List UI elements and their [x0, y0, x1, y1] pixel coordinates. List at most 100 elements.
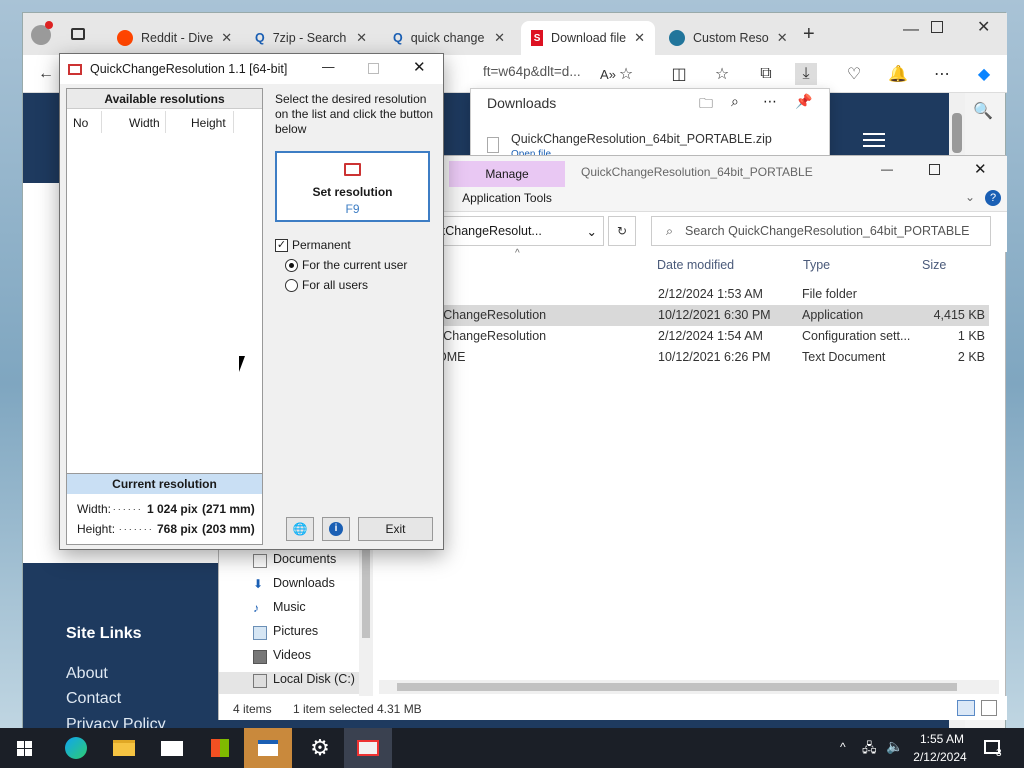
maximize-button[interactable] [931, 21, 943, 33]
chevron-down-icon[interactable]: ⌄ [587, 224, 597, 239]
column-divider [165, 111, 166, 133]
column-height[interactable]: Height [191, 116, 226, 130]
horizontal-scrollbar[interactable] [379, 680, 999, 694]
mail-icon[interactable] [148, 728, 196, 768]
available-resolutions-list[interactable]: Available resolutions No Width Height [66, 88, 263, 474]
maximize-button[interactable] [368, 63, 379, 74]
close-button[interactable]: ✕ [974, 160, 987, 178]
radio-unselected[interactable] [285, 278, 298, 292]
quickchangeresolution-dialog: QuickChangeResolution 1.1 [64-bit] — ✕ A… [59, 53, 444, 550]
manage-tab[interactable]: Manage [449, 161, 565, 187]
download-icon[interactable]: ⤓ [795, 63, 817, 85]
chevron-up-icon[interactable]: ^ [840, 740, 846, 754]
sidebar-search-icon[interactable]: 🔍 [973, 101, 993, 121]
large-icons-view-icon[interactable] [981, 700, 997, 716]
tab-download-file[interactable]: S Download file ✕ [521, 21, 655, 55]
favorite-icon[interactable]: ☆ [615, 63, 637, 85]
refresh-button[interactable]: ↻ [608, 216, 636, 246]
pin-icon[interactable]: 📌 [795, 93, 812, 110]
copilot-icon[interactable]: ◆ [973, 63, 995, 85]
close-tab-icon[interactable]: ✕ [494, 30, 505, 46]
url-text[interactable]: ft=w64p&dlt=d... [483, 64, 581, 79]
app-icon[interactable] [244, 728, 292, 768]
nav-pictures[interactable]: Pictures [273, 624, 318, 638]
help-icon[interactable]: ? [985, 190, 1001, 206]
nav-music[interactable]: Music [273, 600, 306, 614]
network-icon[interactable]: 🖧 [862, 739, 877, 761]
hamburger-menu-icon[interactable] [863, 133, 885, 147]
back-icon[interactable]: ← [35, 63, 57, 85]
edge-icon[interactable] [52, 728, 100, 768]
expand-ribbon-icon[interactable]: ⌄ [965, 190, 975, 204]
tab-actions-icon[interactable] [71, 28, 85, 40]
info-button[interactable]: i [322, 517, 350, 541]
clock-time[interactable]: 1:55 AM [918, 732, 966, 746]
search-icon[interactable]: ⌕ [731, 93, 739, 110]
file-explorer-icon[interactable] [100, 728, 148, 768]
search-box[interactable]: ⌕ Search QuickChangeResolution_64bit_POR… [651, 216, 991, 246]
column-size[interactable]: Size [922, 258, 946, 272]
close-button[interactable]: ✕ [977, 17, 990, 37]
volume-icon[interactable]: 🔈 [886, 738, 903, 755]
nav-downloads[interactable]: Downloads [273, 576, 335, 590]
tab-custom-reso[interactable]: Custom Reso ✕ [659, 21, 791, 55]
settings-icon[interactable]: ⚙ [296, 728, 344, 768]
tab-7zip-search[interactable]: Q 7zip - Search ✕ [245, 21, 377, 55]
column-date-modified[interactable]: Date modified [657, 258, 734, 272]
height-mm: (203 mm) [202, 522, 255, 536]
status-size: 4.31 MB [377, 702, 422, 716]
nav-scrollbar[interactable] [359, 546, 373, 696]
split-screen-icon[interactable]: ◫ [668, 63, 690, 85]
maximize-button[interactable] [929, 164, 940, 175]
tab-reddit[interactable]: Reddit - Dive ✕ [107, 21, 239, 55]
set-resolution-button[interactable]: Set resolution F9 [275, 151, 430, 222]
close-tab-icon[interactable]: ✕ [777, 30, 788, 46]
quickchangeresolution-taskbar-icon[interactable] [344, 728, 392, 768]
nav-videos[interactable]: Videos [273, 648, 311, 662]
dialog-titlebar[interactable]: QuickChangeResolution 1.1 [64-bit] — ✕ [60, 54, 443, 84]
checkbox-checked[interactable]: ✓ [275, 238, 288, 252]
link-contact[interactable]: Contact [66, 690, 121, 708]
more-icon[interactable]: ⋯ [763, 93, 777, 110]
minimize-button[interactable]: — [322, 60, 335, 74]
language-button[interactable]: 🌐 [286, 517, 314, 541]
column-no[interactable]: No [73, 116, 88, 130]
store-icon[interactable] [196, 728, 244, 768]
new-tab-button[interactable]: + [803, 23, 815, 46]
for-current-user-radio[interactable]: For the current user [285, 258, 407, 272]
heart-icon[interactable]: ♡ [843, 63, 865, 85]
link-about[interactable]: About [66, 665, 108, 683]
start-button[interactable] [0, 728, 48, 768]
exit-button[interactable]: Exit [358, 517, 433, 541]
minimize-button[interactable]: — [881, 162, 893, 176]
tab-quick-change[interactable]: Q quick change ✕ [383, 21, 515, 55]
download-filename[interactable]: QuickChangeResolution_64bit_PORTABLE.zip [511, 132, 772, 146]
collections-icon[interactable]: ⧉ [755, 63, 777, 85]
minimize-button[interactable]: — [903, 21, 919, 39]
permanent-checkbox[interactable]: ✓ Permanent [275, 238, 351, 252]
more-icon[interactable]: ⋯ [931, 63, 953, 85]
radio-selected[interactable] [285, 258, 298, 272]
favorites-icon[interactable]: ☆ [711, 63, 733, 85]
open-folder-icon[interactable]: 🗀 [699, 93, 713, 117]
tab-label: Custom Reso [693, 31, 769, 45]
nav-local-disk[interactable]: Local Disk (C:) [273, 672, 355, 686]
notifications-icon[interactable]: 🔔 [887, 63, 909, 85]
file-row[interactable]: 2/12/2024 1:53 AM File folder [437, 284, 989, 305]
column-width[interactable]: Width [129, 116, 160, 130]
application-tools-tab[interactable]: Application Tools [449, 187, 565, 209]
file-row[interactable]: kChangeResolution 2/12/2024 1:54 AM Conf… [437, 326, 989, 347]
path-box[interactable]: kChangeResolut... ⌄ [434, 216, 604, 246]
close-button[interactable]: ✕ [413, 58, 426, 76]
for-all-users-radio[interactable]: For all users [285, 278, 368, 292]
details-view-icon[interactable] [957, 700, 975, 716]
close-tab-icon[interactable]: ✕ [356, 30, 367, 46]
downloads-icon: ⬇ [253, 577, 264, 591]
close-tab-icon[interactable]: ✕ [634, 30, 645, 46]
file-row[interactable]: OME 10/12/2021 6:26 PM Text Document 2 K… [437, 347, 989, 368]
close-tab-icon[interactable]: ✕ [221, 30, 232, 46]
nav-documents[interactable]: Documents [273, 552, 336, 566]
column-type[interactable]: Type [803, 258, 830, 272]
file-row-selected[interactable]: kChangeResolution 10/12/2021 6:30 PM App… [437, 305, 989, 326]
clock-date[interactable]: 2/12/2024 [908, 750, 972, 764]
